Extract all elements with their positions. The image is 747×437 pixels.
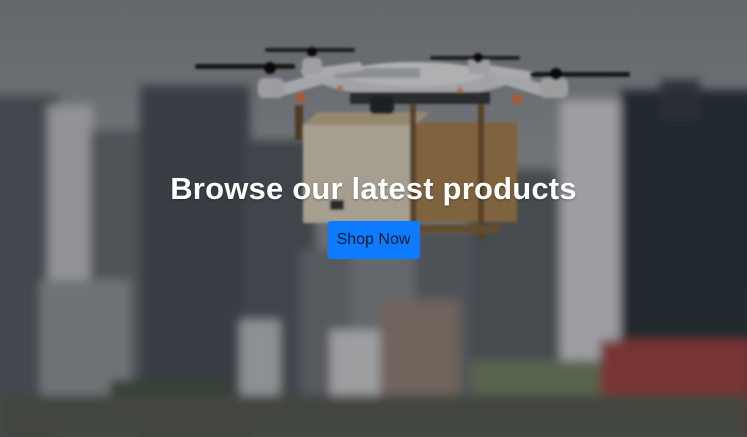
shop-now-button[interactable]: Shop Now [326, 221, 421, 259]
hero-title: Browse our latest products [170, 171, 577, 206]
hero-content: Browse our latest products Shop Now [0, 170, 747, 259]
hero-section: Browse our latest products Shop Now [0, 0, 747, 437]
